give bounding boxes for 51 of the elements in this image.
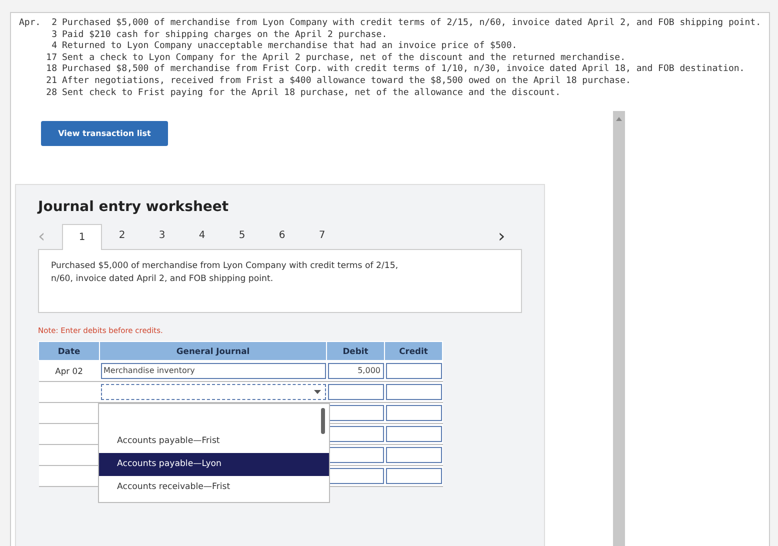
transaction-text: After negotiations, received from Frist a $400 allowance toward the $8,500 owed on the April 18 purchase.: [62, 76, 632, 88]
credit-field[interactable]: [386, 405, 442, 422]
transaction-text: Purchased $8,500 of merchandise from Frist Corp. with credit terms of 1/10, n/30, invoice dated April 18, and FOB destination.: [62, 64, 746, 76]
credit-field[interactable]: [386, 363, 442, 380]
view-transaction-list-button[interactable]: View transaction list: [41, 121, 168, 146]
transaction-text: Purchased $5,000 of merchandise from Lyon Company with credit terms of 2/15, n/60, invoice dated April 2, and FOB shipping point.: [62, 18, 762, 30]
entry-tab[interactable]: 6: [262, 223, 302, 250]
debit-field[interactable]: [328, 384, 384, 400]
debit-field[interactable]: [328, 468, 384, 484]
entry-tab[interactable]: 4: [182, 223, 222, 250]
credit-field[interactable]: [386, 384, 442, 400]
scrollbar-thumb[interactable]: [321, 408, 325, 434]
column-header: General Journal: [100, 342, 326, 361]
credit-field[interactable]: [386, 426, 442, 442]
debit-field[interactable]: [328, 447, 384, 464]
day-number: 4: [50, 41, 57, 53]
worksheet-title: Journal entry worksheet: [38, 199, 230, 216]
account-select[interactable]: [100, 384, 326, 400]
debit-field[interactable]: 5,000: [328, 363, 384, 380]
column-header: Credit: [384, 342, 442, 361]
caret-icon: [314, 390, 320, 394]
entry-tab[interactable]: 1: [62, 224, 102, 250]
transaction-text: Sent check to Frist paying for the April 18 purchase, net of the allowance and the discount.: [62, 88, 562, 100]
account-field[interactable]: Merchandise inventory: [100, 363, 326, 380]
debit-field[interactable]: [328, 426, 384, 442]
day-number: 17: [45, 52, 57, 64]
entry-tab[interactable]: 5: [222, 223, 262, 250]
next-arrow[interactable]: ›: [498, 225, 522, 250]
entry-tab[interactable]: 3: [142, 223, 182, 250]
month-label: Apr.: [19, 18, 42, 30]
dropdown-option[interactable]: Accounts receivable—Frist: [99, 476, 329, 500]
day-number: 21: [45, 76, 57, 88]
transaction-text: Returned to Lyon Company unacceptable merchandise that had an invoice price of $500.: [62, 41, 518, 53]
date-cell: Apr 02: [38, 360, 100, 382]
description-text: Purchased $5,000 of merchandise from Lyon Company with credit terms of 2/15, n/60, invoice dated April 2, and FOB shipping point.: [51, 260, 400, 286]
dropdown-option[interactable]: Accounts payable—Lyon: [99, 453, 329, 476]
transaction-text: Sent a check to Lyon Company for the April 2 purchase, net of the discount and the returned merchandise.: [62, 52, 627, 64]
entry-tab[interactable]: 2: [102, 223, 142, 250]
dropdown-option[interactable]: Accounts payable—Frist: [99, 430, 329, 454]
scrollbar[interactable]: [613, 111, 625, 546]
column-header: Debit: [326, 342, 384, 361]
day-number: 2: [50, 18, 57, 30]
debit-field[interactable]: [328, 405, 384, 422]
day-number: 28: [45, 88, 57, 100]
day-number: 18: [45, 64, 57, 76]
day-number: 3: [50, 30, 57, 42]
transaction-text: Paid $210 cash for shipping charges on the April 2 purchase.: [62, 30, 388, 41]
column-header: Date: [38, 342, 100, 361]
credit-field[interactable]: [386, 447, 442, 464]
entry-tab[interactable]: 7: [302, 223, 342, 250]
credit-field[interactable]: [386, 468, 442, 484]
